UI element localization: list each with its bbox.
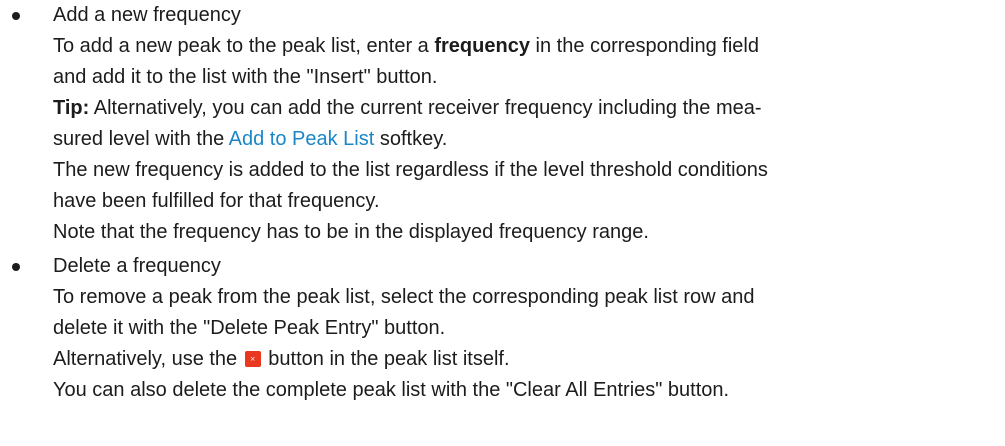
text-span: Alternatively, you can add the current r… xyxy=(89,97,762,119)
text-span: Alternatively, use the xyxy=(53,348,243,370)
add-to-peak-list-link[interactable]: Add to Peak List xyxy=(229,128,375,150)
tip-line: sured level with the Add to Peak List so… xyxy=(53,124,768,155)
item-heading: Add a new frequency xyxy=(53,4,241,26)
item-heading: Delete a frequency xyxy=(53,255,221,277)
bold-term: frequency xyxy=(434,35,530,57)
tip-line: Tip: Alternatively, you can add the curr… xyxy=(53,93,768,124)
list-item-add-frequency: Add a new frequency To add a new peak to… xyxy=(0,0,768,248)
paragraph-line: To add a new peak to the peak list, ente… xyxy=(53,31,768,62)
close-icon: × xyxy=(249,355,256,363)
text-span: To add a new peak to the peak list, ente… xyxy=(53,35,435,57)
text-span: button in the peak list itself. xyxy=(262,348,510,370)
text-span: sured level with the xyxy=(53,128,229,150)
text-span: in the corresponding field xyxy=(529,35,760,57)
paragraph-line: To remove a peak from the peak list, sel… xyxy=(53,286,755,308)
bullet-icon xyxy=(12,12,20,20)
document-page: Add a new frequency To add a new peak to… xyxy=(0,0,1005,446)
tip-label: Tip: xyxy=(53,97,90,119)
paragraph-line: Note that the frequency has to be in the… xyxy=(53,221,649,243)
paragraph-line: You can also delete the complete peak li… xyxy=(53,379,730,401)
delete-x-icon[interactable]: × xyxy=(244,351,261,367)
paragraph-line: have been fulfilled for that frequency. xyxy=(53,190,380,212)
paragraph-line: delete it with the "Delete Peak Entry" b… xyxy=(53,317,446,339)
text-span: softkey. xyxy=(374,128,448,150)
paragraph-line: Alternatively, use the × button in the p… xyxy=(53,344,754,375)
paragraph-line: The new frequency is added to the list r… xyxy=(53,159,768,181)
paragraph-line: and add it to the list with the "Insert"… xyxy=(53,66,438,88)
list-item-delete-frequency: Delete a frequency To remove a peak from… xyxy=(0,251,754,406)
bullet-icon xyxy=(12,263,20,271)
